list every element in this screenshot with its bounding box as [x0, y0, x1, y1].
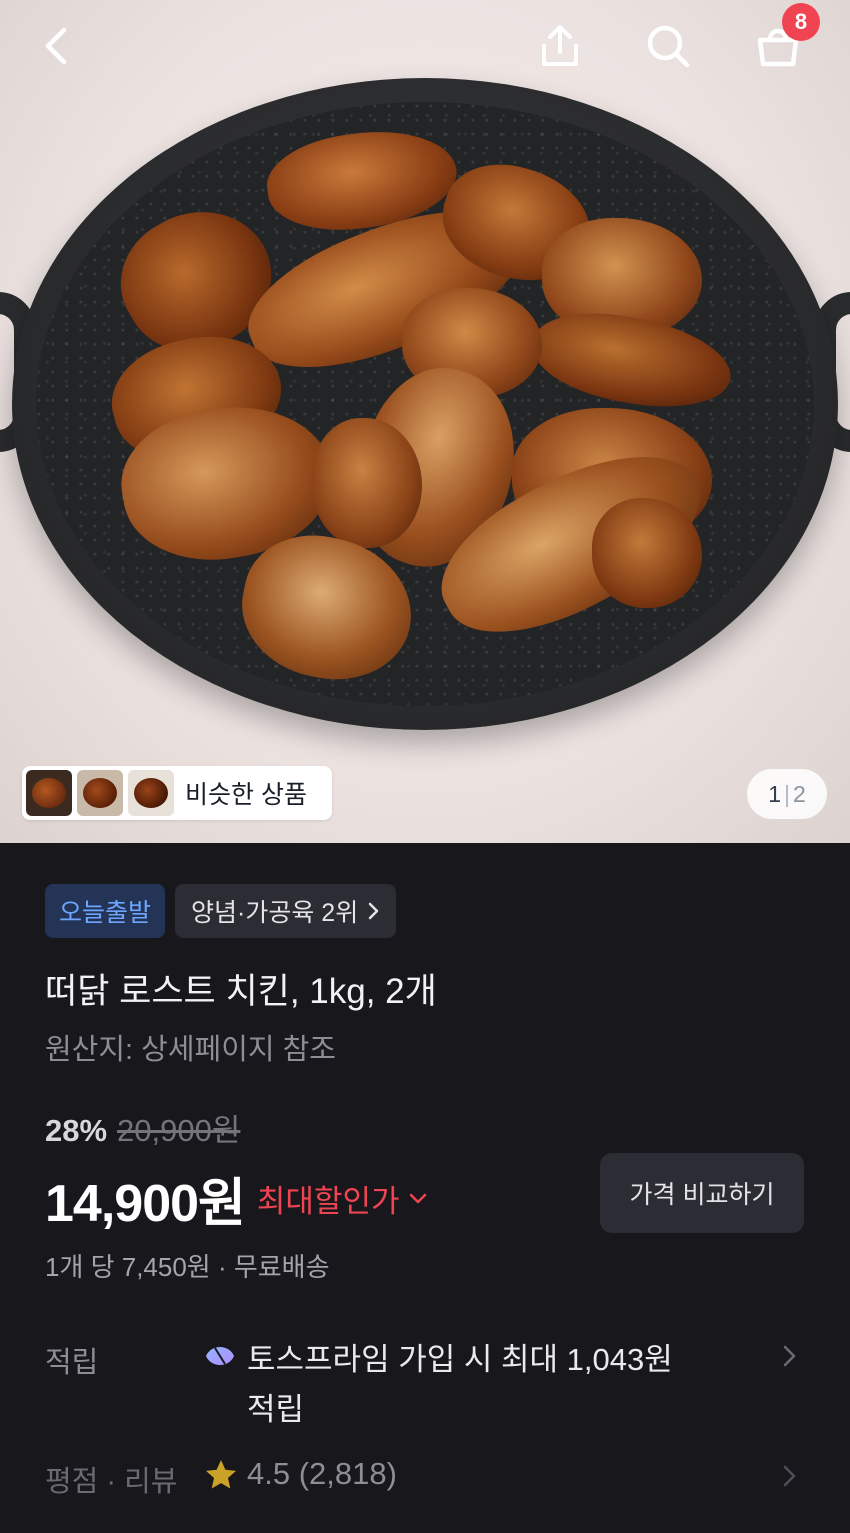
back-button[interactable] — [30, 18, 86, 74]
product-image-gallery[interactable]: 8 비슷한 상품 1 | 2 — [0, 0, 850, 843]
similar-products-label: 비슷한 상품 — [185, 781, 307, 809]
category-rank-badge[interactable]: 양념·가공육 2위 — [175, 884, 397, 938]
share-icon — [542, 25, 578, 66]
product-info-section: 오늘출발 양념·가공육 2위 떠닭 로스트 치킨, 1kg, 2개 원산지: 상… — [0, 843, 850, 1533]
discount-row: 28% 20,900원 — [45, 1105, 240, 1150]
rating-review-label: 평점 · 리뷰 — [45, 1466, 178, 1498]
similar-product-thumbnail — [77, 770, 123, 816]
points-description[interactable]: 토스프라임 가입 시 최대 1,043원 적립 — [247, 1335, 707, 1435]
pager-separator: | — [784, 780, 790, 807]
star-icon — [206, 1460, 236, 1489]
product-origin: 원산지: 상세페이지 참조 — [45, 1034, 336, 1066]
chevron-right-icon — [368, 902, 379, 920]
unit-price-shipping: 1개 당 7,450원 · 무료배송 — [45, 1252, 330, 1282]
product-photo-pan — [12, 78, 838, 730]
discount-rate: 28% — [45, 1113, 108, 1148]
search-icon — [647, 25, 690, 68]
cart-count-badge: 8 — [782, 3, 820, 41]
toss-prime-icon — [206, 1347, 234, 1365]
share-button[interactable] — [532, 18, 588, 74]
similar-product-thumbnail — [26, 770, 72, 816]
image-pager: 1 | 2 — [747, 769, 827, 819]
chevron-right-icon[interactable] — [780, 1341, 800, 1371]
max-discount-toggle[interactable]: 최대할인가 — [257, 1176, 428, 1221]
chevron-down-icon — [409, 1193, 426, 1203]
similar-products-button[interactable]: 비슷한 상품 — [22, 766, 332, 820]
badge-row: 오늘출발 양념·가공육 2위 — [45, 884, 397, 938]
sale-price: 14,900원 — [45, 1175, 246, 1233]
points-label: 적립 — [45, 1347, 99, 1379]
max-discount-label: 최대할인가 — [256, 1184, 400, 1219]
chevron-right-icon[interactable] — [780, 1461, 800, 1491]
pager-current: 1 — [768, 780, 781, 807]
price-compare-button[interactable]: 가격 비교하기 — [600, 1153, 804, 1233]
category-rank-label: 양념·가공육 2위 — [191, 899, 359, 927]
search-button[interactable] — [640, 18, 696, 74]
original-price: 20,900원 — [117, 1113, 241, 1148]
price-row: 14,900원 최대할인가 — [45, 1161, 428, 1236]
similar-product-thumbnail — [128, 770, 174, 816]
chevron-left-icon — [45, 27, 67, 65]
today-departure-badge: 오늘출발 — [45, 884, 166, 938]
pager-total: 2 — [792, 780, 806, 807]
product-title: 떠닭 로스트 치킨, 1kg, 2개 — [45, 972, 437, 1011]
rating-value[interactable]: 4.5 (2,818) — [247, 1456, 397, 1492]
